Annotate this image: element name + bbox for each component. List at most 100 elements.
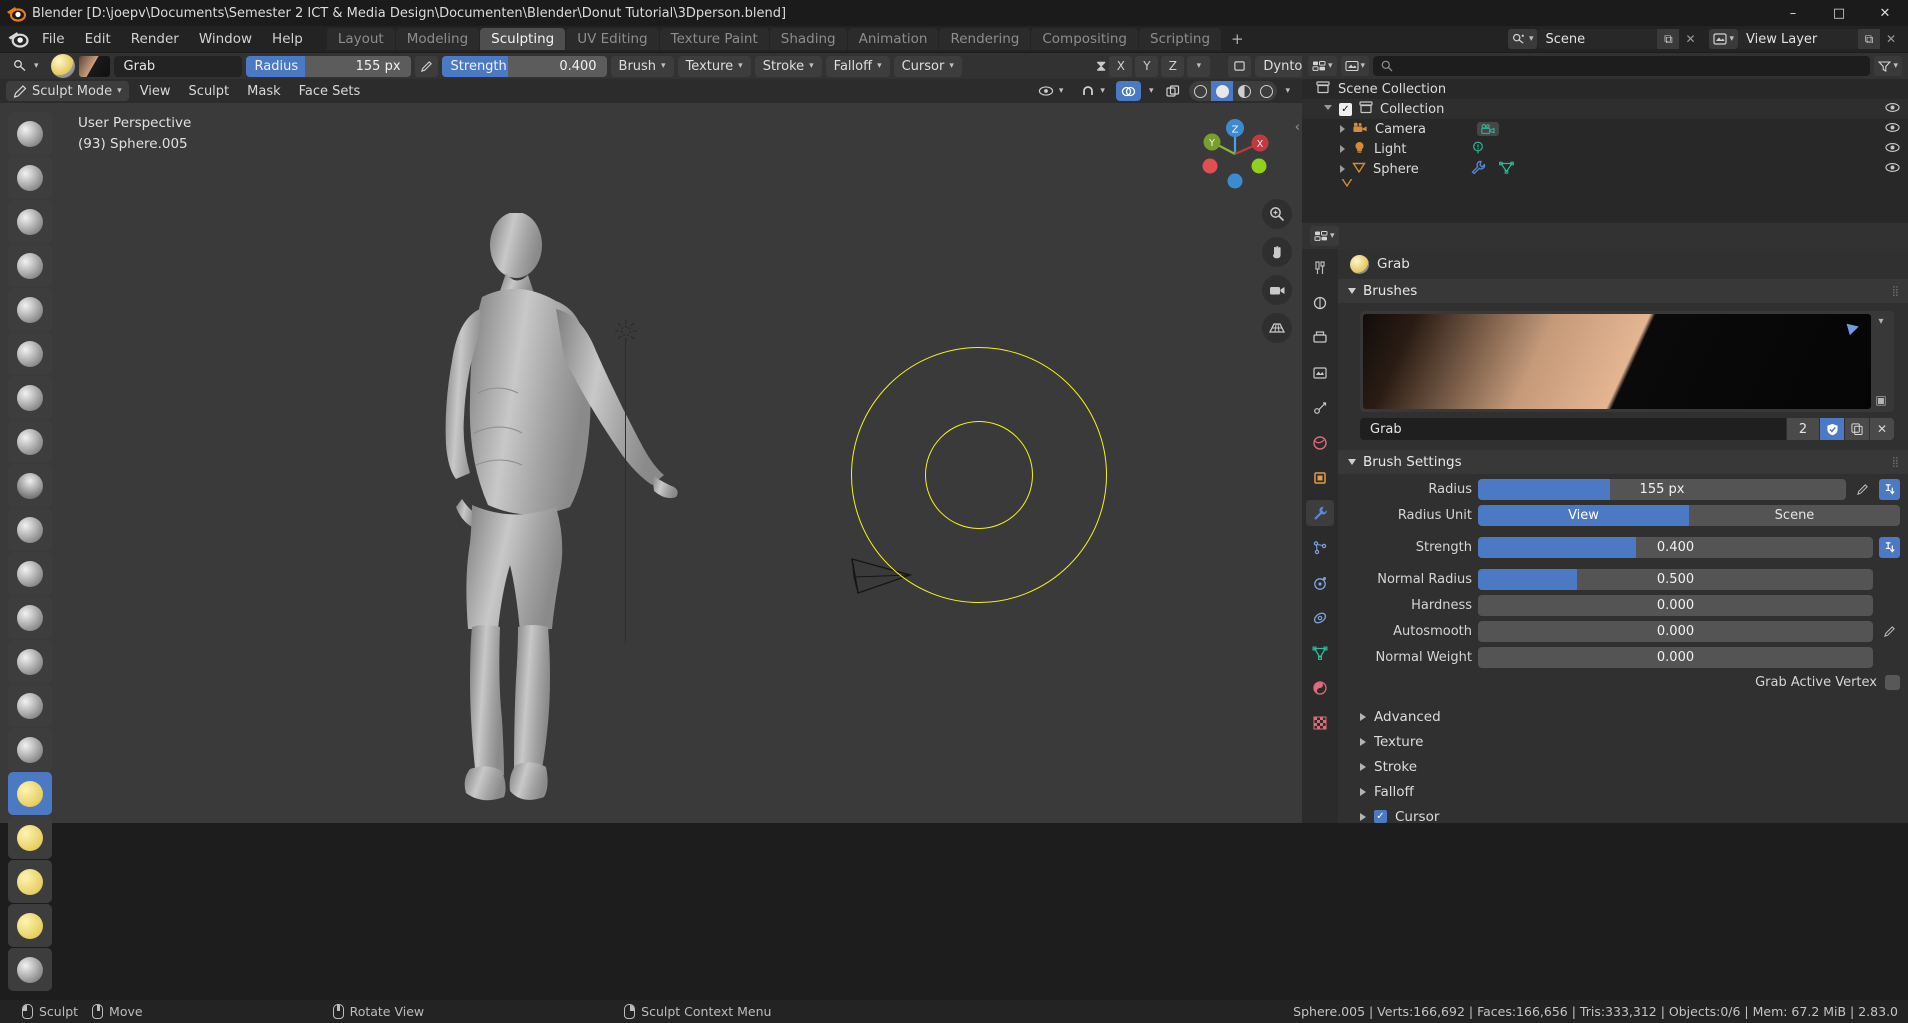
mesh-data-icon[interactable] [1498,161,1514,178]
cursor-checkbox[interactable]: ✓ [1374,810,1387,823]
shading-rendered-button[interactable] [1255,81,1277,101]
radius-unit-scene-option[interactable]: Scene [1689,504,1900,526]
normal-weight-value-slider[interactable]: 0.000 [1478,646,1873,668]
tool-pose[interactable] [8,948,52,991]
shading-options-dropdown[interactable]: ▾ [1281,81,1294,101]
radius-value-slider[interactable]: 155 px [1478,478,1846,500]
normal-radius-value-slider[interactable]: 0.500 [1478,568,1873,590]
tool-pinch[interactable] [8,728,52,771]
tab-layout[interactable]: Layout [326,28,395,50]
scene-browse-icon[interactable]: ▾ [1507,29,1538,49]
brush-large-preview[interactable] [1363,314,1871,409]
tab-uv-editing[interactable]: UV Editing [566,28,659,50]
tab-texture-properties[interactable] [1306,710,1334,736]
tab-physics-properties[interactable] [1306,570,1334,596]
radius-slider[interactable]: Radius 155 px [245,55,411,77]
subpanel-cursor[interactable]: ✓ Cursor [1338,804,1908,823]
tab-shading[interactable]: Shading [769,28,847,50]
tab-texture-paint[interactable]: Texture Paint [659,28,769,50]
autosmooth-pressure-icon[interactable] [1879,621,1900,642]
tab-particle-properties[interactable] [1306,535,1334,561]
light-data-icon[interactable] [1471,141,1485,158]
tool-clay[interactable] [8,200,52,243]
collection-checkbox[interactable]: ✓ [1339,102,1352,116]
xray-options-dropdown[interactable]: ▾ [1145,81,1158,101]
shading-wireframe-button[interactable] [1189,81,1211,101]
xray-toggle[interactable] [1115,81,1141,101]
radius-pressure-icon[interactable] [414,55,438,77]
chevron-down-icon[interactable]: ▾ [1878,316,1883,327]
unlink-scene-button[interactable]: ✕ [1679,29,1701,49]
new-scene-button[interactable]: ⧉ [1657,29,1680,49]
stroke-dropdown[interactable]: Stroke ▾ [754,55,822,77]
menu-edit[interactable]: Edit [75,28,121,50]
tab-output-properties[interactable] [1306,325,1334,351]
subpanel-stroke[interactable]: Stroke [1338,754,1908,779]
tool-blob[interactable] [8,420,52,463]
menu-file[interactable]: File [32,28,75,50]
tool-inflate[interactable] [8,376,52,419]
tool-flatten[interactable] [8,552,52,595]
radius-pressure-icon[interactable] [1852,479,1873,500]
tab-constraint-properties[interactable] [1306,605,1334,631]
chevron-down-icon[interactable] [1324,104,1332,114]
tab-rendering[interactable]: Rendering [939,28,1031,50]
outliner-search-input[interactable] [1373,56,1871,76]
interaction-mode-selector[interactable]: Sculpt Mode ▾ [6,81,129,101]
outliner-row-camera[interactable]: Camera [1302,119,1908,139]
brush-datablock-name[interactable]: Grab [1360,418,1786,440]
properties-editor-type-icon[interactable]: ▾ [1310,226,1339,246]
subpanel-falloff[interactable]: Falloff [1338,779,1908,804]
tool-clay-thumb[interactable] [8,288,52,331]
fake-user-shield-icon[interactable] [1820,418,1844,440]
menu-help[interactable]: Help [262,28,313,50]
viewport-menu-face-sets[interactable]: Face Sets [292,81,368,101]
zoom-view-icon[interactable] [1262,199,1292,229]
close-button[interactable]: ✕ [1862,0,1908,26]
radius-unified-icon[interactable] [1879,478,1900,500]
tool-thumb[interactable] [8,904,52,947]
texture-dropdown[interactable]: Texture ▾ [677,55,751,77]
outliner-row-scene-collection[interactable]: Scene Collection [1302,79,1908,99]
navigation-gizmo[interactable]: Z Y X [1196,115,1274,193]
unlink-brush-icon[interactable]: ✕ [1870,418,1894,440]
tool-draw[interactable] [8,112,52,155]
camera-view-icon[interactable] [1262,275,1292,305]
remove-view-layer-button[interactable]: ✕ [1880,29,1902,49]
chevron-right-icon[interactable] [1340,165,1345,173]
subpanel-texture[interactable]: Texture [1338,729,1908,754]
eye-icon[interactable] [1885,162,1900,176]
minimize-button[interactable]: – [1770,0,1816,26]
symmetry-options-dropdown[interactable]: ▾ [1187,55,1211,77]
modifier-wrench-icon[interactable] [1470,160,1486,178]
tool-clay-strips[interactable] [8,244,52,287]
outliner-filter-icon[interactable]: ▾ [1874,56,1902,76]
panel-drag-handle[interactable]: ⣿ [1892,457,1900,468]
tool-snake-hook[interactable] [8,860,52,903]
tab-view-layer-properties[interactable] [1306,360,1334,386]
symmetry-x-button[interactable]: X [1109,55,1133,77]
eye-icon[interactable] [1885,122,1900,136]
scene-name-field[interactable]: Scene [1537,29,1658,49]
viewport-menu-sculpt[interactable]: Sculpt [182,81,237,101]
sidebar-collapse-arrow[interactable]: ‹ [1295,120,1300,135]
tool-multiplane-scrape[interactable] [8,684,52,727]
outliner-row-partial[interactable] [1302,179,1908,188]
eye-icon[interactable] [1885,102,1900,116]
strength-slider[interactable]: Strength 0.400 [441,55,607,77]
cursor-dropdown[interactable]: Cursor ▾ [893,55,962,77]
hardness-value-slider[interactable]: 0.000 [1478,594,1873,616]
brush-user-count[interactable]: 2 [1787,418,1819,440]
move-view-hand-icon[interactable] [1262,237,1292,267]
symmetry-y-button[interactable]: Y [1135,55,1159,77]
outliner-editor-type-icon[interactable]: ▾ [1308,56,1337,76]
maximize-button[interactable]: □ [1816,0,1862,26]
tab-object-data-properties[interactable] [1306,640,1334,666]
visibility-selectability-dropdown[interactable]: ▾ [1031,81,1071,101]
new-brush-copy-icon[interactable] [1845,418,1869,440]
brush-preview-type-icon[interactable]: ▣ [1875,393,1886,407]
tool-crease[interactable] [8,464,52,507]
toggle-perspective-icon[interactable] [1262,313,1292,343]
camera-data-icon[interactable] [1477,122,1500,136]
autosmooth-value-slider[interactable]: 0.000 [1478,620,1873,642]
